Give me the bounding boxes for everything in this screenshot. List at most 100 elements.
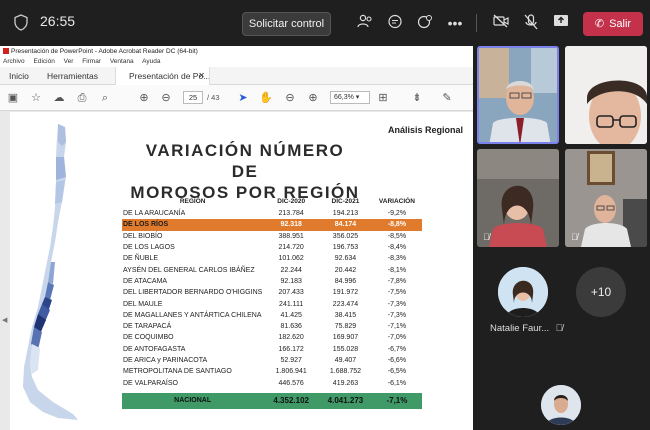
tab-inicio[interactable]: Inicio xyxy=(9,71,29,81)
participant-tile-speaker[interactable] xyxy=(477,46,559,144)
variacion-cell: -8,4% xyxy=(387,244,407,252)
region-cell: DE ANTOFAGASTA xyxy=(123,345,186,353)
zoom-level-select[interactable]: 66,3% ▾ xyxy=(330,91,370,104)
variacion-cell: -7,0% xyxy=(387,334,407,342)
hand-tool-icon[interactable]: ✋ xyxy=(259,91,273,105)
section-title: Análisis Regional xyxy=(387,125,463,135)
dic-2021-cell: 419.263 xyxy=(332,379,359,387)
acrobat-title-bar: Presentación de PowerPoint - Adobe Acrob… xyxy=(0,46,473,57)
dic-2021-cell: 92.634 xyxy=(334,255,357,263)
upload-cloud-icon[interactable]: ☁ xyxy=(52,91,66,105)
participant-tile-4[interactable]: 🎙̸ xyxy=(565,149,647,247)
next-page-icon[interactable]: ⊖ xyxy=(159,91,173,105)
region-cell: DE ARICA y PARINACOTA xyxy=(123,357,208,364)
select-cursor-icon[interactable]: ➤ xyxy=(236,91,250,105)
total-label-cell: NACIONAL xyxy=(122,392,264,409)
tab-herramientas[interactable]: Herramientas xyxy=(47,71,98,81)
acrobat-menu-bar: Archivo Edición Ver Firmar Ventana Ayuda xyxy=(0,57,473,67)
shared-screen: Presentación de PowerPoint - Adobe Acrob… xyxy=(0,46,473,430)
dic-2020-cell: 214.720 xyxy=(278,244,304,252)
prev-page-icon[interactable]: ⊕ xyxy=(137,91,151,105)
participant-tile-3[interactable]: 🎙̸ xyxy=(477,149,559,247)
print-icon[interactable]: ⎙ xyxy=(75,91,89,105)
mic-off-icon[interactable] xyxy=(522,14,540,32)
zoom-out-icon[interactable]: ⊖ xyxy=(283,91,297,105)
dic-2020-cell: 182.620 xyxy=(278,334,304,342)
avatar-natalie[interactable] xyxy=(498,267,548,317)
bookmark-star-icon[interactable]: ☆ xyxy=(29,91,43,105)
dic-2021-cell: 169.907 xyxy=(332,334,359,342)
region-cell: DEL LIBERTADOR BERNARDO O'HIGGINS xyxy=(123,289,263,297)
participant-tile-2[interactable] xyxy=(565,46,647,144)
menu-ver[interactable]: Ver xyxy=(64,58,74,65)
request-control-button[interactable]: Solicitar control xyxy=(242,12,331,36)
menu-ayuda[interactable]: Ayuda xyxy=(142,58,160,65)
reactions-icon[interactable] xyxy=(416,14,434,32)
acrobat-toolbar: ▣ ☆ ☁ ⎙ ⌕ ⊕ ⊖ 25 / 43 ➤ ✋ ⊖ ⊕ 66,3% ▾ ⊞ … xyxy=(0,85,473,111)
camera-off-icon[interactable] xyxy=(492,14,510,32)
dic-2020-cell: 92.318 xyxy=(263,219,320,231)
total-2021-cell: 4.041.273 xyxy=(319,392,372,409)
dic-2020-cell: 207.433 xyxy=(278,289,304,297)
region-cell: DEL BIOBÍO xyxy=(123,232,163,240)
table-row: DE MAGALLANES Y ANTÁRTICA CHILENA 41.425 3… xyxy=(122,310,422,321)
chile-map-image xyxy=(23,124,78,420)
variacion-cell: -7,8% xyxy=(387,277,407,285)
menu-firmar[interactable]: Firmar xyxy=(82,58,101,65)
table-row: DE VALPARAÍSO 446.576 419.263 -6,1% xyxy=(122,377,422,388)
page-number-input[interactable]: 25 xyxy=(183,91,203,104)
menu-edicion[interactable]: Edición xyxy=(34,58,55,65)
mic-muted-icon: 🎙̸ xyxy=(483,232,490,242)
leave-button[interactable]: ✆ Salir xyxy=(583,12,643,36)
fit-page-icon[interactable]: ⊞ xyxy=(376,91,390,105)
variacion-cell: -9,2% xyxy=(387,210,407,218)
variacion-cell: -6,1% xyxy=(387,379,407,387)
header-dic-2020: DIC-2020 xyxy=(277,197,306,205)
dic-2020-cell: 22.244 xyxy=(280,266,302,274)
close-tab-icon[interactable]: ✕ xyxy=(198,71,205,80)
acrobat-tabs: Inicio Herramientas Presentación de Po..… xyxy=(0,67,473,85)
more-options-icon[interactable]: ••• xyxy=(446,14,464,32)
participant-photo xyxy=(498,267,548,317)
zoom-in-icon[interactable]: ⊕ xyxy=(306,91,320,105)
total-2020-cell: 4.352.102 xyxy=(263,392,320,409)
dic-2021-cell: 191.972 xyxy=(332,289,359,297)
table-row: DE LOS RÍOS 92.318 84.174 -8,8% xyxy=(122,219,422,231)
dic-2021-cell: 155.028 xyxy=(332,345,359,353)
table-row: DE TARAPACÁ 81.636 75.829 -7,1% xyxy=(122,321,422,332)
scroll-left-arrow[interactable]: ◀ xyxy=(2,316,7,324)
region-cell: DE ATACAMA xyxy=(123,277,168,285)
dic-2020-cell: 52.927 xyxy=(280,357,302,364)
region-cell: DE TARAPACÁ xyxy=(123,323,172,331)
scroll-mode-icon[interactable]: ⇟ xyxy=(410,91,424,105)
menu-ventana[interactable]: Ventana xyxy=(110,58,134,65)
variacion-cell: -6,6% xyxy=(387,357,407,364)
variacion-cell: -6,5% xyxy=(387,368,407,376)
dic-2020-cell: 388.951 xyxy=(278,232,304,240)
participant-name-natalie: Natalie Faur... 🎙̸ xyxy=(490,323,563,334)
variacion-cell: -7,3% xyxy=(387,300,407,308)
region-cell: DE MAGALLANES Y ANTÁRTICA CHILENA xyxy=(123,311,262,319)
variacion-cell: -8,3% xyxy=(387,255,407,263)
self-avatar[interactable] xyxy=(541,385,581,425)
chat-icon[interactable] xyxy=(386,14,404,32)
phone-hangup-icon: ✆ xyxy=(594,18,605,30)
dic-2021-cell: 75.829 xyxy=(334,323,357,331)
dic-2020-cell: 1.806.941 xyxy=(275,368,307,376)
save-icon[interactable]: ▣ xyxy=(6,91,20,105)
dic-2020-cell: 446.576 xyxy=(278,379,304,387)
table-row: DE COQUIMBO 182.620 169.907 -7,0% xyxy=(122,332,422,343)
table-row: AYSÉN DEL GENERAL CARLOS IBÁÑEZ 22.244 20.… xyxy=(122,264,422,275)
participant-video xyxy=(565,46,647,144)
zoom-search-icon[interactable]: ⌕ xyxy=(98,91,112,105)
table-row: METROPOLITANA DE SANTIAGO 1.806.941 1.688.… xyxy=(122,366,422,377)
more-participants-button[interactable]: +10 xyxy=(576,267,626,317)
variacion-cell: -8,8% xyxy=(371,219,422,231)
people-icon[interactable] xyxy=(356,14,374,32)
page-total: / 43 xyxy=(207,93,220,102)
menu-archivo[interactable]: Archivo xyxy=(3,58,25,65)
tab-document[interactable]: Presentación de Po... ✕ xyxy=(115,67,210,85)
comment-icon[interactable]: ✎ xyxy=(440,91,454,105)
table-row: DE LOS LAGOS 214.720 196.753 -8,4% xyxy=(122,242,422,253)
share-screen-icon[interactable] xyxy=(552,14,570,32)
